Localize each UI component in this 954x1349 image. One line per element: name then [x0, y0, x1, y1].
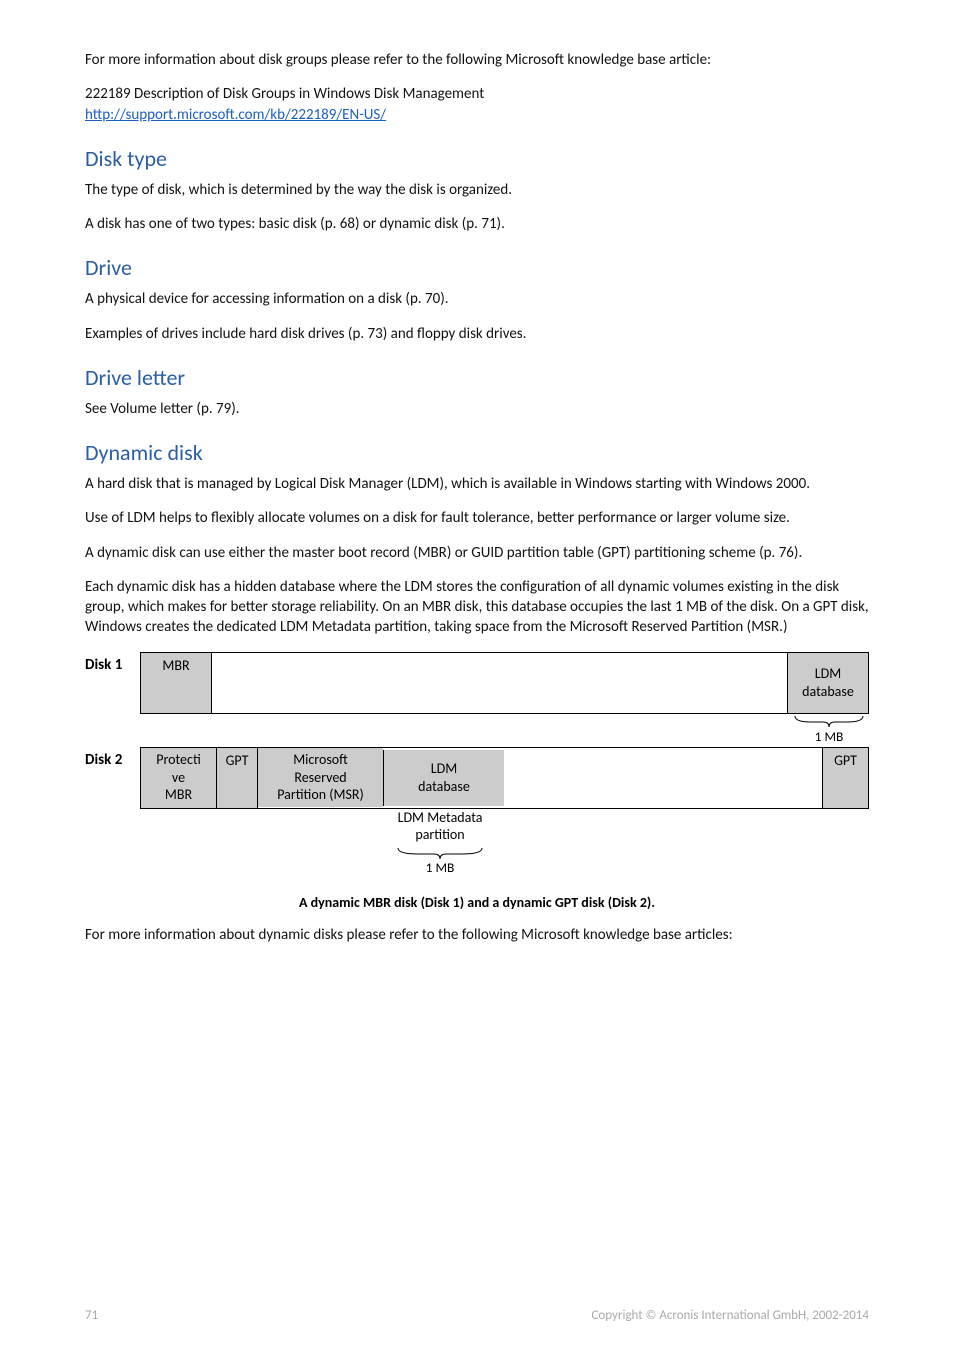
cell-text: Microsoft	[293, 751, 348, 769]
paragraph: A physical device for accessing informat…	[85, 289, 869, 309]
document-page: For more information about disk groups p…	[0, 0, 954, 1349]
heading-disk-type: Disk type	[85, 145, 869, 172]
brace-icon	[394, 846, 486, 860]
brace-icon	[793, 714, 865, 728]
figure-caption: A dynamic MBR disk (Disk 1) and a dynami…	[85, 894, 869, 911]
disk2-box: Protecti ve MBR GPT Microsoft Reserved P…	[140, 747, 869, 809]
disk2-gpt1-cell: GPT	[216, 748, 257, 808]
cell-text: GPT	[226, 752, 249, 770]
disk1-diagram: Disk 1 MBR LDM database	[85, 652, 869, 714]
cell-text: ve	[172, 769, 185, 787]
disk2-body: Microsoft Reserved Partition (MSR) LDM d…	[257, 748, 822, 808]
brace-container: 1 MB	[789, 714, 869, 745]
disk1-size-brace: 1 MB	[140, 714, 869, 745]
disk2-protective-mbr-cell: Protecti ve MBR	[141, 748, 216, 808]
paragraph: The type of disk, which is determined by…	[85, 180, 869, 200]
spacer	[140, 809, 215, 877]
heading-dynamic-disk: Dynamic disk	[85, 439, 869, 466]
disk2-msr-cell: Microsoft Reserved Partition (MSR)	[258, 748, 383, 807]
paragraph: A disk has one of two types: basic disk …	[85, 214, 869, 234]
cell-text: database	[802, 683, 854, 701]
disk1-blank-cell	[211, 653, 787, 713]
cell-text: LDM	[815, 665, 841, 683]
cell-text: Protecti	[156, 751, 201, 769]
cell-text: database	[418, 778, 470, 796]
disk2-ldm-cell: LDM database	[383, 750, 504, 806]
kb-title: 222189 Description of Disk Groups in Win…	[85, 85, 484, 103]
disk1-size-text: 1 MB	[789, 728, 869, 745]
cell-text: Partition (MSR)	[277, 786, 364, 804]
cell-text: MBR	[165, 786, 192, 804]
heading-drive: Drive	[85, 254, 869, 281]
disk2-gpt2-cell: GPT	[822, 748, 868, 808]
paragraph: See Volume letter (p. 79).	[85, 399, 869, 419]
paragraph: A hard disk that is managed by Logical D…	[85, 474, 869, 494]
disk2-meta-label: LDM Metadata partition 1 MB	[380, 809, 500, 877]
disk1-mbr-cell: MBR	[141, 653, 211, 713]
disk2-meta-label-row: LDM Metadata partition 1 MB	[140, 809, 869, 877]
heading-drive-letter: Drive letter	[85, 364, 869, 391]
disk2-diagram: Disk 2 Protecti ve MBR GPT Microsoft Res…	[85, 747, 869, 809]
copyright-text: Copyright © Acronis International GmbH, …	[591, 1308, 869, 1323]
spacer	[255, 809, 380, 877]
cell-text: Reserved	[294, 769, 346, 787]
cell-text: GPT	[834, 752, 857, 770]
meta-text: partition	[415, 826, 464, 843]
disk1-box: MBR LDM database	[140, 652, 869, 714]
spacer	[215, 809, 255, 877]
page-footer: 71 Copyright © Acronis International Gmb…	[85, 1308, 869, 1323]
paragraph: For more information about disk groups p…	[85, 50, 869, 70]
page-number: 71	[85, 1308, 98, 1323]
disk1-ldm-cell: LDM database	[787, 653, 868, 713]
kb-link[interactable]: http://support.microsoft.com/kb/222189/E…	[85, 106, 386, 124]
paragraph: 222189 Description of Disk Groups in Win…	[85, 84, 869, 125]
meta-text: LDM Metadata	[398, 809, 483, 826]
paragraph: Use of LDM helps to flexibly allocate vo…	[85, 508, 869, 528]
cell-text: MBR	[162, 657, 189, 675]
paragraph: A dynamic disk can use either the master…	[85, 543, 869, 563]
cell-text: LDM	[431, 760, 457, 778]
disk1-label: Disk 1	[85, 652, 140, 674]
disk2-label: Disk 2	[85, 747, 140, 769]
paragraph: Examples of drives include hard disk dri…	[85, 324, 869, 344]
disk2-size-text: 1 MB	[380, 860, 500, 877]
paragraph: For more information about dynamic disks…	[85, 925, 869, 945]
paragraph: Each dynamic disk has a hidden database …	[85, 577, 869, 638]
